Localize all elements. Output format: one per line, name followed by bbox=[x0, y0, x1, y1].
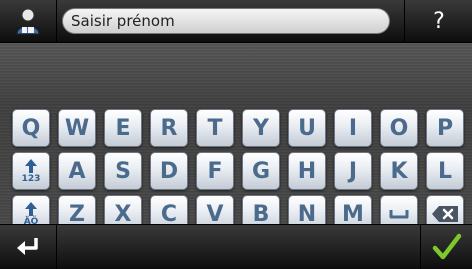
bottom-bar bbox=[0, 224, 472, 269]
key-k[interactable]: K bbox=[380, 152, 418, 190]
key-f[interactable]: F bbox=[196, 152, 234, 190]
key-label: K bbox=[390, 158, 408, 184]
key-r[interactable]: R bbox=[150, 109, 188, 147]
key-label: M bbox=[342, 201, 364, 227]
key-s[interactable]: S bbox=[104, 152, 142, 190]
key-label: N bbox=[297, 201, 317, 227]
key-j[interactable]: J bbox=[334, 152, 372, 190]
user-icon bbox=[16, 8, 40, 35]
key-label: B bbox=[252, 201, 270, 227]
key-label: A bbox=[68, 158, 86, 184]
shift-numbers-key[interactable]: 123 bbox=[12, 152, 50, 190]
key-label: C bbox=[160, 201, 178, 227]
key-q[interactable]: Q bbox=[12, 109, 50, 147]
shift-arrow-icon bbox=[25, 202, 37, 216]
key-e[interactable]: E bbox=[104, 109, 142, 147]
key-label: F bbox=[207, 158, 223, 184]
shift-arrow-icon bbox=[24, 159, 37, 173]
key-i[interactable]: I bbox=[334, 109, 372, 147]
backspace-icon bbox=[432, 206, 458, 222]
key-w[interactable]: W bbox=[58, 109, 96, 147]
key-o[interactable]: O bbox=[380, 109, 418, 147]
first-name-input-text: Saisir prénom bbox=[71, 12, 175, 30]
key-label: V bbox=[206, 201, 224, 227]
key-label: G bbox=[251, 158, 271, 184]
key-label: Q bbox=[21, 115, 41, 141]
key-y[interactable]: Y bbox=[242, 109, 280, 147]
shift-numbers-label: 123 bbox=[21, 174, 41, 184]
key-label: S bbox=[115, 158, 131, 184]
key-u[interactable]: U bbox=[288, 109, 326, 147]
key-label: H bbox=[297, 158, 317, 184]
help-button[interactable]: ? bbox=[404, 0, 472, 42]
help-label: ? bbox=[433, 8, 445, 34]
key-g[interactable]: G bbox=[242, 152, 280, 190]
key-label: L bbox=[437, 158, 453, 184]
key-label: W bbox=[64, 115, 90, 141]
enter-icon bbox=[17, 238, 38, 255]
key-label: R bbox=[160, 115, 178, 141]
key-label: I bbox=[348, 115, 358, 141]
key-l[interactable]: L bbox=[426, 152, 464, 190]
key-label: E bbox=[115, 115, 131, 141]
key-a[interactable]: A bbox=[58, 152, 96, 190]
first-name-input[interactable]: Saisir prénom bbox=[62, 8, 390, 34]
space-icon bbox=[389, 210, 409, 219]
key-label: U bbox=[298, 115, 316, 141]
key-p[interactable]: P bbox=[426, 109, 464, 147]
key-d[interactable]: D bbox=[150, 152, 188, 190]
top-bar: Saisir prénom ? bbox=[0, 0, 472, 43]
enter-button[interactable] bbox=[0, 225, 57, 269]
key-label: T bbox=[207, 115, 223, 141]
key-label: X bbox=[114, 201, 132, 227]
key-label: Z bbox=[69, 201, 85, 227]
key-label: P bbox=[436, 115, 454, 141]
key-label: D bbox=[159, 158, 179, 184]
confirm-button[interactable] bbox=[420, 225, 472, 269]
key-t[interactable]: T bbox=[196, 109, 234, 147]
key-label: J bbox=[348, 158, 358, 184]
checkmark-icon bbox=[432, 233, 462, 260]
key-label: O bbox=[389, 115, 409, 141]
key-label: Y bbox=[253, 115, 269, 141]
keyboard-area: Q W E R T Y U I O P 123 A S D F G H J K … bbox=[0, 43, 472, 233]
key-h[interactable]: H bbox=[288, 152, 326, 190]
user-button[interactable] bbox=[0, 0, 57, 42]
